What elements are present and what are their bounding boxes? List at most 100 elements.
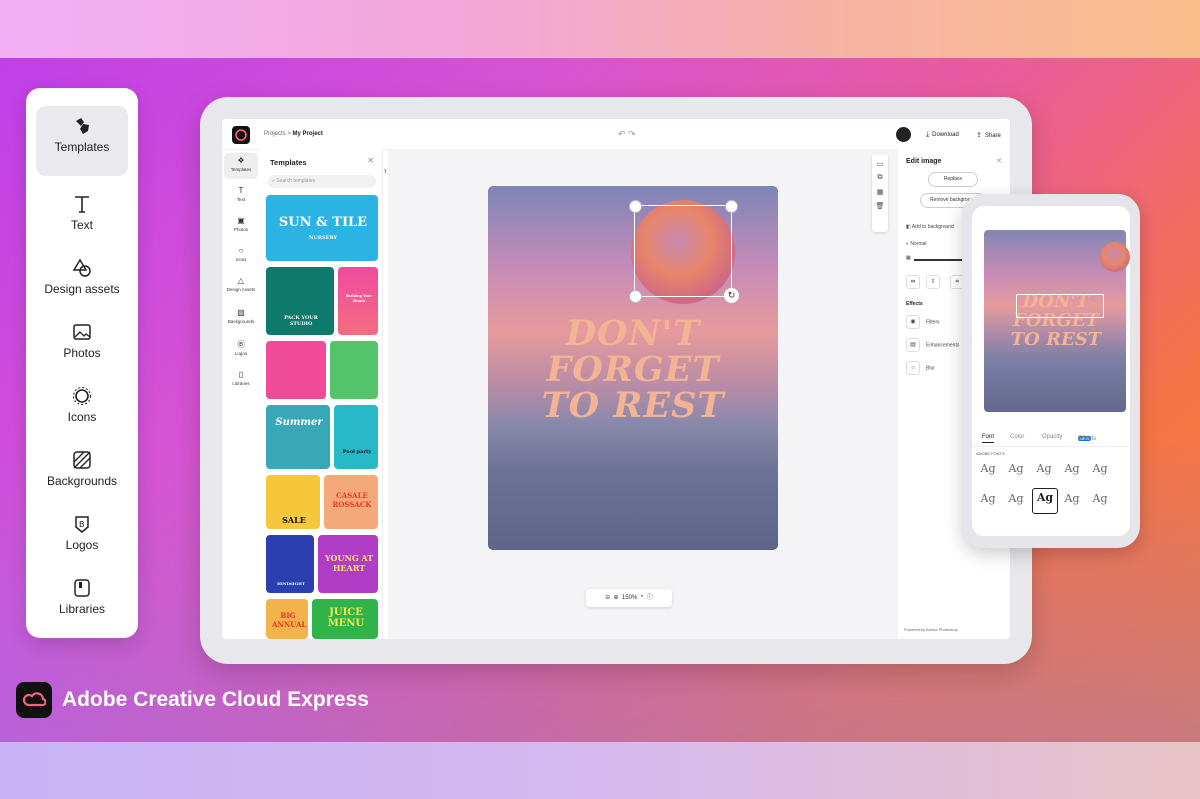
search-templates-input[interactable]: ⌕ Search templates: [268, 175, 376, 188]
download-icon: ⤓: [926, 131, 930, 138]
rail-item-backgrounds[interactable]: Backgrounds: [36, 440, 128, 504]
enhancements-button[interactable]: ▤ Enhancements: [906, 338, 959, 352]
template-thumb[interactable]: Summer: [266, 405, 330, 469]
replace-button[interactable]: Replace: [928, 172, 978, 187]
brand: Adobe Creative Cloud Express: [16, 682, 369, 718]
siderail-item-templates[interactable]: ❖ Templates: [224, 153, 258, 179]
rail-item-label: Backgrounds: [46, 474, 118, 488]
template-thumb[interactable]: Building Your Brand: [338, 267, 378, 335]
powered-by: Powered by Adobe Photoshop: [904, 627, 958, 632]
rail-item-photos[interactable]: Photos: [36, 312, 128, 376]
close-icon[interactable]: ✕: [367, 156, 374, 165]
share-icon: ⇪: [976, 132, 982, 139]
phone-artboard[interactable]: DON'T FORGET TO REST: [984, 230, 1130, 412]
template-thumb[interactable]: HINDSIGHT: [266, 535, 314, 593]
tab-opacity[interactable]: Opacity: [1042, 434, 1062, 440]
icons-icon: [73, 387, 91, 405]
resize-handle[interactable]: [725, 200, 738, 213]
font-tile-selected[interactable]: Ag: [1032, 488, 1058, 514]
rail-item-icons[interactable]: Icons: [36, 376, 128, 440]
filters-button[interactable]: ◉ Filters: [906, 315, 940, 329]
phone-image[interactable]: [1100, 242, 1130, 272]
rotate-icon[interactable]: ↻: [724, 288, 739, 303]
flip-vertical-icon[interactable]: ⇳: [926, 275, 940, 289]
phone-tabs: Font Color Opacity NEW Effects: [972, 432, 1130, 447]
siderail-item-icons[interactable]: ○ Icons: [224, 243, 258, 269]
zoom-out-icon[interactable]: ⊖: [605, 595, 610, 601]
siderail-item-logos[interactable]: Ⓑ Logos: [224, 337, 258, 363]
siderail-item-libraries[interactable]: ▯ Libraries: [224, 367, 258, 393]
zoom-in-icon[interactable]: ⊕: [614, 595, 619, 601]
image-tool-icon[interactable]: ▭: [872, 160, 888, 168]
font-tile[interactable]: Ag: [976, 460, 1000, 484]
template-thumb[interactable]: PACK YOUR STUDIO: [266, 267, 334, 335]
rail-item-logos[interactable]: B Logos: [36, 504, 128, 568]
siderail-item-text[interactable]: T Text: [224, 183, 258, 209]
blend-mode-select[interactable]: ◐ Normal: [906, 241, 927, 247]
app-logo-icon[interactable]: [232, 126, 250, 144]
font-tile[interactable]: Ag: [1032, 460, 1056, 484]
template-thumb[interactable]: YOUNG AT HEART: [318, 535, 378, 593]
siderail-item-design-assets[interactable]: △ Design Assets: [224, 273, 258, 299]
add-to-background-toggle[interactable]: ◧ Add to background: [906, 224, 954, 230]
resize-handle[interactable]: [629, 290, 642, 303]
blur-icon: ○: [906, 361, 920, 375]
rail-item-label: Templates: [54, 140, 110, 154]
breadcrumb-projects[interactable]: Projects: [264, 131, 286, 137]
image-actions: ⇹ ⇳ ⌗: [906, 275, 970, 289]
rail-item-libraries[interactable]: Libraries: [36, 568, 128, 632]
close-icon[interactable]: ✕: [996, 157, 1002, 165]
resize-handle[interactable]: [629, 200, 642, 213]
filters-icon: ◉: [906, 315, 920, 329]
tab-font[interactable]: Font: [982, 434, 995, 443]
breadcrumb-separator: >: [287, 131, 291, 137]
font-tile[interactable]: Ag: [976, 490, 1000, 514]
selection-box: [634, 205, 732, 297]
headline-text[interactable]: DON'T FORGET TO REST: [488, 316, 778, 424]
info-icon[interactable]: ⓘ: [647, 595, 653, 601]
zoom-bar: ⊖ ⊕ 150% ^ ⓘ: [586, 589, 672, 607]
grid-icon[interactable]: ▦: [872, 188, 888, 196]
font-tile[interactable]: Ag: [1060, 490, 1084, 514]
avatar[interactable]: [896, 127, 911, 142]
artboard[interactable]: ↻ DON'T FORGET TO REST: [488, 186, 778, 550]
template-thumb[interactable]: SALE: [266, 475, 320, 529]
tab-color[interactable]: Color: [1010, 434, 1024, 440]
blur-button[interactable]: ○ Blur: [906, 361, 935, 375]
collapse-panel-icon[interactable]: ›: [384, 166, 387, 175]
template-thumb[interactable]: Pool party: [334, 405, 378, 469]
backgrounds-icon: [73, 451, 91, 469]
layer-tools: ▭ ⧉ ▦ 🗑: [872, 154, 888, 232]
rail-item-templates[interactable]: Templates: [36, 106, 128, 176]
photos-icon: [73, 324, 91, 340]
template-thumb[interactable]: JUICE MENU: [312, 599, 378, 639]
template-thumb[interactable]: CASALE ROSSACK: [324, 475, 378, 529]
font-tile[interactable]: Ag: [1004, 460, 1028, 484]
template-thumb[interactable]: BIG ANNUAL: [266, 599, 308, 639]
template-thumb[interactable]: [266, 341, 326, 399]
zoom-level[interactable]: 150%: [622, 595, 637, 601]
font-tile[interactable]: Ag: [1088, 490, 1112, 514]
copy-icon[interactable]: ⧉: [872, 174, 888, 182]
templates-panel: Templates ✕ ⌕ Search templates SUN & TIL…: [260, 149, 383, 639]
font-tile[interactable]: Ag: [1004, 490, 1028, 514]
bottom-band: [0, 742, 1200, 799]
siderail-item-photos[interactable]: ▣ Photos: [224, 213, 258, 239]
share-button[interactable]: ⇪ Share: [976, 131, 1001, 139]
rail-item-text[interactable]: Text: [36, 184, 128, 248]
template-thumb[interactable]: [330, 341, 378, 399]
left-rail: Templates Text Design assets Photos Icon…: [26, 88, 138, 638]
download-button[interactable]: ⤓ Download: [926, 131, 959, 139]
flip-horizontal-icon[interactable]: ⇹: [906, 275, 920, 289]
template-thumb[interactable]: SUN & TILE NURSERY: [266, 195, 378, 261]
siderail-item-backgrounds[interactable]: ▨ Backgrounds: [224, 305, 258, 331]
undo-redo-icon[interactable]: ↶ ↷: [618, 129, 636, 140]
font-tile[interactable]: Ag: [1060, 460, 1084, 484]
chevron-up-icon[interactable]: ^: [641, 595, 644, 601]
trash-icon[interactable]: 🗑: [872, 202, 888, 210]
font-tile[interactable]: Ag: [1088, 460, 1112, 484]
tablet-device: Projects > My Project ↶ ↷ ⤓ Download ⇪ Sha…: [200, 97, 1032, 664]
brand-name: Adobe Creative Cloud Express: [62, 688, 369, 711]
rail-item-design-assets[interactable]: Design assets: [36, 248, 128, 312]
libraries-icon: ▯: [238, 370, 244, 379]
